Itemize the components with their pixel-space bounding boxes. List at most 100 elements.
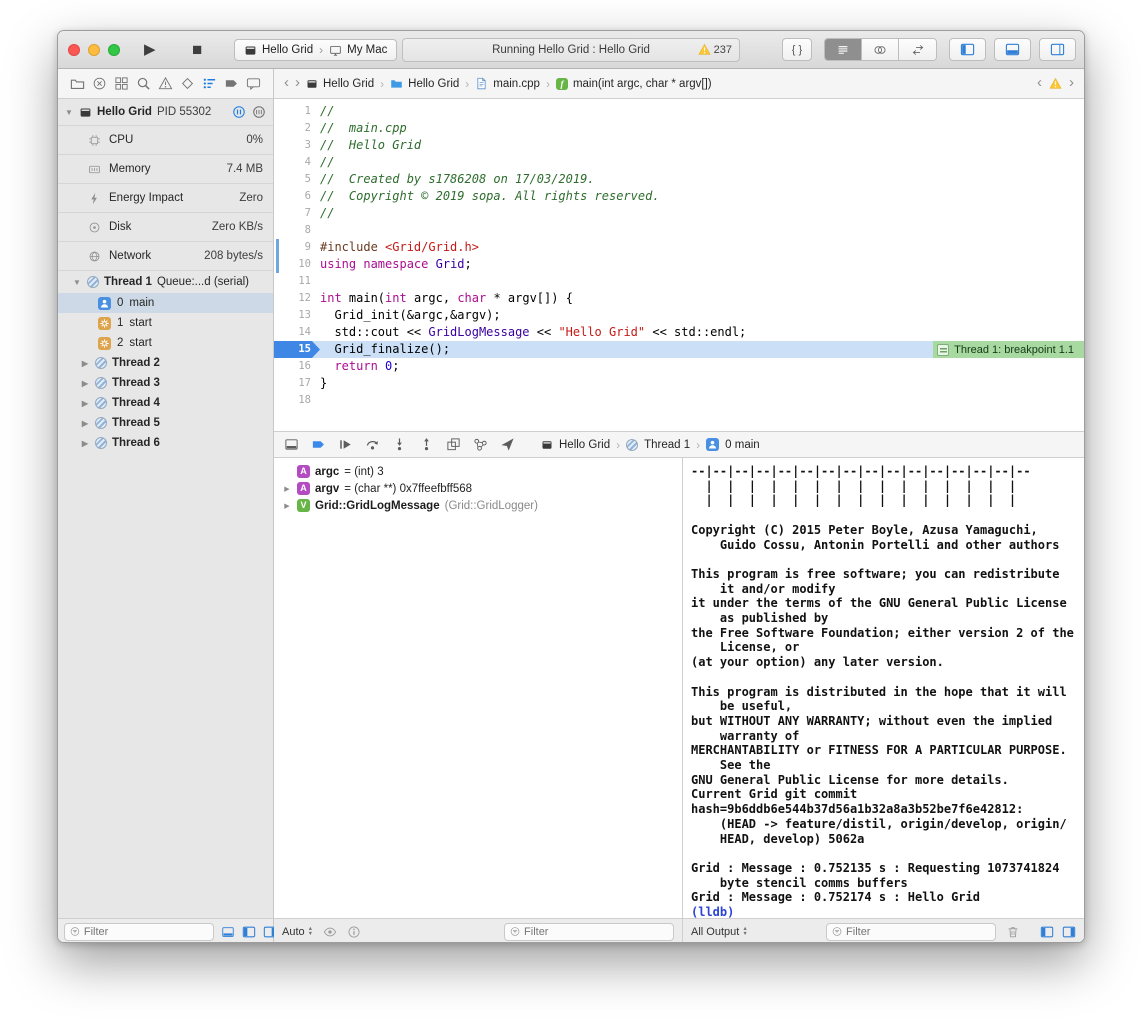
breakpoint-navigator-icon[interactable] [224,76,239,91]
jumpbar-crumb-file[interactable]: main.cpp [475,77,540,90]
disclosure-triangle-icon[interactable]: ▶ [80,379,90,388]
line-number-gutter[interactable]: 6 [274,188,320,205]
scheme-selector[interactable]: Hello Grid › My Mac [234,39,397,61]
find-navigator-icon[interactable] [136,76,151,91]
thread-1-row[interactable]: ▼ Thread 1 Queue:...d (serial) [58,271,273,293]
library-button[interactable]: { } [782,38,812,61]
gauge-row-disk[interactable]: Disk Zero KB/s [58,213,273,242]
step-out-icon[interactable] [419,437,434,452]
test-navigator-icon[interactable] [180,76,195,91]
zoom-button[interactable] [108,44,120,56]
toggle-debug-area-button[interactable] [994,38,1031,61]
filter-input[interactable] [846,926,990,938]
step-over-icon[interactable] [365,437,380,452]
minimize-button[interactable] [88,44,100,56]
jumpbar-crumb-group[interactable]: Hello Grid [390,77,459,90]
jumpbar-crumb-project[interactable]: Hello Grid [306,78,374,90]
issue-navigator-icon[interactable] [158,76,173,91]
console-view-toggle-icon[interactable] [1062,925,1076,939]
symbol-navigator-icon[interactable] [114,76,129,91]
next-issue-button[interactable]: › [1069,75,1074,90]
thread-row[interactable]: ▶ Thread 6 [58,433,273,453]
variables-filter-field[interactable] [504,923,674,941]
stack-frame-row[interactable]: 2 start [58,333,273,353]
debug-crumb-frame[interactable]: 0 main [725,439,760,451]
thread-row[interactable]: ▶ Thread 4 [58,393,273,413]
line-number-gutter[interactable]: 13 [274,307,320,324]
disclosure-triangle-icon[interactable]: ▶ [282,502,292,510]
stack-frame-row[interactable]: 1 start [58,313,273,333]
source-editor[interactable]: 1//2// main.cpp3// Hello Grid4//5// Crea… [274,99,1084,431]
go-back-button[interactable]: ‹ [284,75,289,90]
assistant-editor-button[interactable] [862,39,899,60]
close-button[interactable] [68,44,80,56]
disclosure-triangle-icon[interactable]: ▶ [80,359,90,368]
line-number-gutter[interactable]: 11 [274,273,320,290]
gauge-row-cpu[interactable]: CPU 0% [58,126,273,155]
warning-badge[interactable]: 237 [698,43,732,56]
variable-row[interactable]: ▶ V Grid::GridLogMessage (Grid::GridLogg… [274,497,682,514]
version-editor-button[interactable] [899,39,936,60]
project-navigator-icon[interactable] [70,76,85,91]
toggle-inspector-button[interactable] [1039,38,1076,61]
thread-row[interactable]: ▶ Thread 3 [58,373,273,393]
variable-row[interactable]: A argc = (int) 3 [274,463,682,480]
thread-row[interactable]: ▶ Thread 2 [58,353,273,373]
line-number-gutter[interactable]: 1 [274,103,320,120]
variable-row[interactable]: ▶ A argv = (char **) 0x7ffeefbff568 [274,480,682,497]
debug-navigator-icon[interactable] [202,76,217,91]
disclosure-triangle-icon[interactable]: ▶ [80,399,90,408]
step-into-icon[interactable] [392,437,407,452]
filter-input[interactable] [84,926,208,938]
line-number-gutter[interactable]: 2 [274,120,320,137]
line-number-gutter[interactable]: 7 [274,205,320,222]
trash-icon[interactable] [1006,925,1020,939]
breakpoints-toggle-icon[interactable] [311,437,326,452]
console-scope-popup[interactable]: All Output ▲▼ [691,926,748,938]
jumpbar-crumb-symbol[interactable]: f main(int argc, char * argv[]) [556,78,712,90]
breakpoint-annotation[interactable]: Thread 1: breakpoint 1.1 [933,341,1084,358]
view-by-thread-icon[interactable] [242,925,256,939]
toggle-navigator-button[interactable] [949,38,986,61]
pause-icon[interactable] [232,105,246,119]
hide-debug-area-icon[interactable] [284,437,299,452]
gauge-row-memory[interactable]: Memory 7.4 MB [58,155,273,184]
filter-input[interactable] [524,926,668,938]
line-number-gutter[interactable]: 12 [274,290,320,307]
stack-frame-row-main[interactable]: 0 main [58,293,273,313]
disclosure-triangle-icon[interactable]: ▼ [64,108,74,117]
disclosure-triangle-icon[interactable]: ▶ [80,419,90,428]
queue-view-icon[interactable] [252,105,266,119]
debug-crumb-thread[interactable]: Thread 1 [644,439,690,451]
variables-view-toggle-icon[interactable] [1040,925,1054,939]
previous-issue-button[interactable]: ‹ [1037,75,1042,90]
line-number-gutter[interactable]: 18 [274,392,320,409]
quick-look-icon[interactable] [323,925,337,939]
go-forward-button[interactable]: › [295,75,300,90]
disclosure-triangle-icon[interactable]: ▶ [80,439,90,448]
stack-filter-icon[interactable] [221,925,235,939]
memory-graph-icon[interactable] [473,437,488,452]
issue-warning-icon[interactable] [1049,77,1062,90]
disclosure-triangle-icon[interactable]: ▶ [282,485,292,493]
run-button[interactable]: ▶ [144,37,156,63]
navigator-filter-field[interactable] [64,923,214,941]
standard-editor-button[interactable] [825,39,862,60]
variables-scope-popup[interactable]: Auto ▲▼ [282,926,313,938]
print-description-icon[interactable] [347,925,361,939]
line-number-gutter[interactable]: 16 [274,358,320,375]
line-number-gutter[interactable]: 17 [274,375,320,392]
report-navigator-icon[interactable] [246,76,261,91]
console-output[interactable]: --|--|--|--|--|--|--|--|--|--|--|--|--|-… [683,458,1084,918]
simulate-location-icon[interactable] [500,437,515,452]
console-filter-field[interactable] [826,923,996,941]
disclosure-triangle-icon[interactable]: ▼ [72,278,82,287]
gauge-row-network[interactable]: Network 208 bytes/s [58,242,273,271]
line-number-gutter[interactable]: 10 [274,256,320,273]
stop-button[interactable]: ■ [192,37,202,63]
line-number-gutter[interactable]: 4 [274,154,320,171]
gauge-row-energy[interactable]: Energy Impact Zero [58,184,273,213]
line-number-gutter[interactable]: 14 [274,324,320,341]
thread-row[interactable]: ▶ Thread 5 [58,413,273,433]
line-number-gutter[interactable]: 8 [274,222,320,239]
